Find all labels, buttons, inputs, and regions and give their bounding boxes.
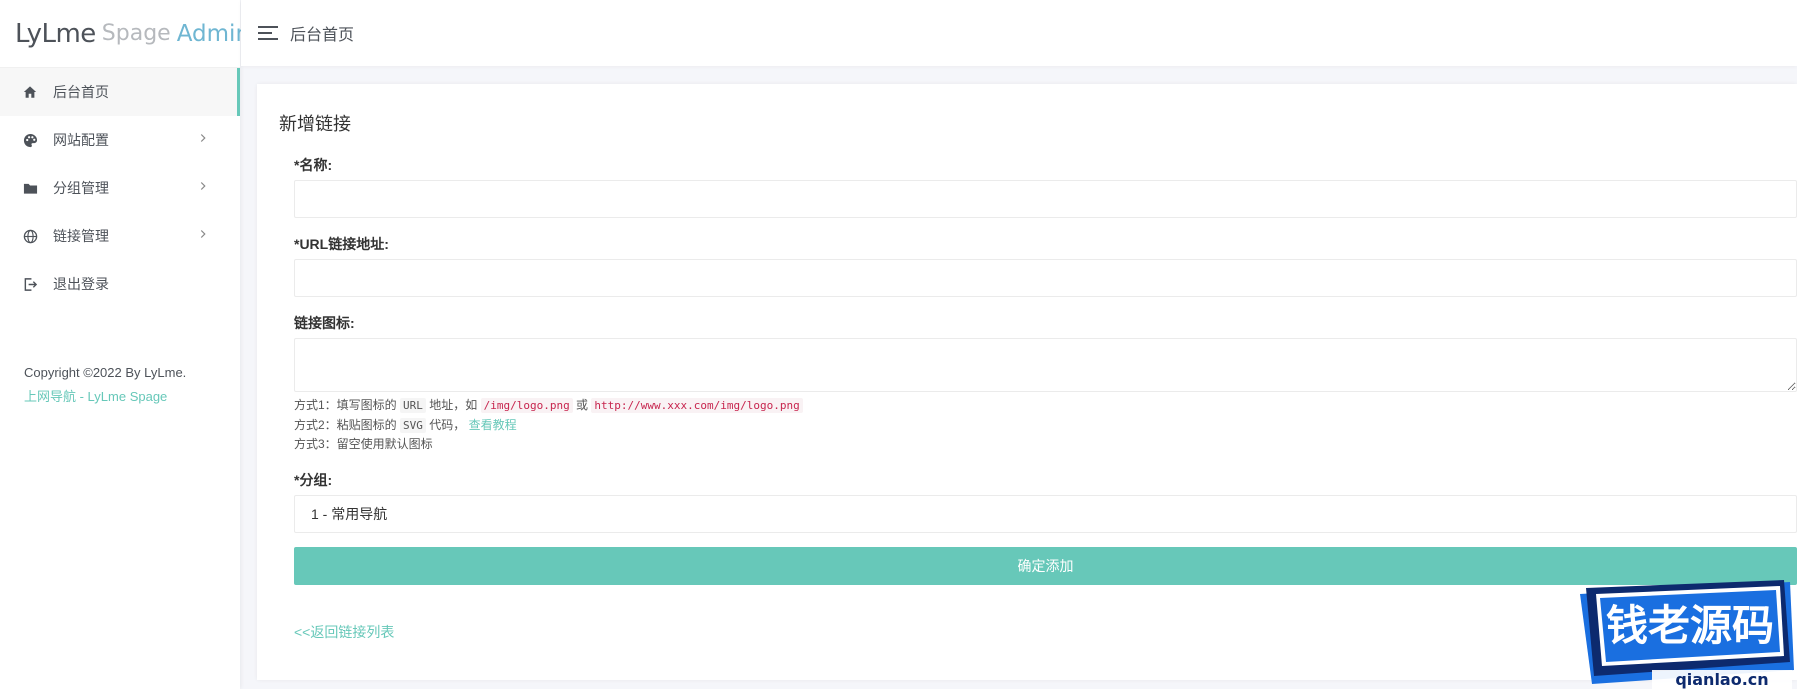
- sidebar-item-group-manage[interactable]: 分组管理: [0, 164, 240, 212]
- sidebar-item-label: 退出登录: [53, 276, 109, 292]
- sidebar-item-link-manage[interactable]: 链接管理: [0, 212, 240, 260]
- sidebar-nav: 后台首页 网站配置 分组管理 链接管理 退出登录: [0, 68, 240, 308]
- logo[interactable]: LyLme Spage Admin: [0, 0, 250, 68]
- url-group: *URL链接地址:: [294, 234, 1797, 254]
- chevron-right-icon: [200, 182, 206, 190]
- name-input-wrap: [294, 180, 1797, 218]
- page-title: 后台首页: [290, 27, 355, 44]
- copyright: Copyright ©2022 By LyLme. 上网导航 - LyLme S…: [24, 361, 186, 409]
- sidebar-item-label: 后台首页: [53, 84, 109, 100]
- url-input-wrap: [294, 259, 1797, 297]
- card-title: 新增链接: [279, 114, 351, 134]
- sidebar-item-label: 网站配置: [53, 132, 109, 148]
- watermark-logo: 钱老源码 qianlao.cn: [1580, 580, 1794, 689]
- logo-text-admin: Admin: [176, 20, 251, 47]
- icon-group: 链接图标:: [294, 313, 1797, 333]
- help-line-3: 方式3：留空使用默认图标: [294, 437, 433, 451]
- watermark-subtitle: qianlao.cn: [1675, 670, 1768, 689]
- chevron-right-icon: [200, 134, 206, 142]
- url-label: *URL链接地址:: [294, 236, 389, 252]
- palette-icon: [22, 132, 38, 148]
- copyright-link[interactable]: 上网导航 - LyLme Spage: [24, 385, 186, 409]
- group-select-value: 1 - 常用导航: [311, 506, 388, 522]
- group-select-wrap: 1 - 常用导航: [294, 495, 1797, 533]
- name-field[interactable]: [294, 180, 1797, 218]
- sidebar-item-dashboard[interactable]: 后台首页: [0, 68, 240, 116]
- group-select[interactable]: 1 - 常用导航: [294, 495, 1797, 533]
- sidebar: LyLme Spage Admin 后台首页 网站配置 分组管理 链接管理 退出…: [0, 0, 250, 689]
- folder-icon: [22, 180, 38, 196]
- tutorial-link[interactable]: 查看教程: [469, 418, 517, 432]
- globe-icon: [22, 228, 38, 244]
- name-label: *名称:: [294, 157, 333, 173]
- chevron-right-icon: [200, 230, 206, 238]
- home-icon: [22, 84, 38, 100]
- name-group: *名称:: [294, 155, 1797, 175]
- logo-text-spage: Spage: [101, 21, 171, 46]
- watermark-title: 钱老源码: [1606, 601, 1774, 650]
- menu-icon[interactable]: [258, 24, 280, 42]
- sidebar-item-site-config[interactable]: 网站配置: [0, 116, 240, 164]
- sidebar-item-logout[interactable]: 退出登录: [0, 260, 240, 308]
- back-link-wrap: <<返回链接列表: [294, 622, 394, 642]
- icon-textarea-wrap: [294, 338, 1797, 392]
- icon-field[interactable]: [294, 338, 1797, 392]
- group-label: *分组:: [294, 472, 333, 488]
- sidebar-item-label: 链接管理: [53, 228, 109, 244]
- icon-help: 方式1：填写图标的 URL 地址，如 /img/logo.png 或 http:…: [294, 396, 803, 455]
- copyright-text: Copyright ©2022 By LyLme.: [24, 365, 187, 380]
- logout-icon: [22, 276, 38, 292]
- sidebar-item-label: 分组管理: [53, 180, 109, 196]
- top-header: 后台首页: [241, 0, 1797, 66]
- group-group: *分组:: [294, 470, 1797, 490]
- help-line-1: 方式1：填写图标的 URL 地址，如 /img/logo.png 或 http:…: [294, 396, 803, 416]
- icon-label: 链接图标:: [294, 315, 355, 331]
- url-field[interactable]: [294, 259, 1797, 297]
- help-line-2: 方式2：粘贴图标的 SVG 代码， 查看教程: [294, 417, 517, 433]
- logo-text-lylme: LyLme: [15, 18, 96, 49]
- back-to-list-link[interactable]: <<返回链接列表: [294, 624, 394, 640]
